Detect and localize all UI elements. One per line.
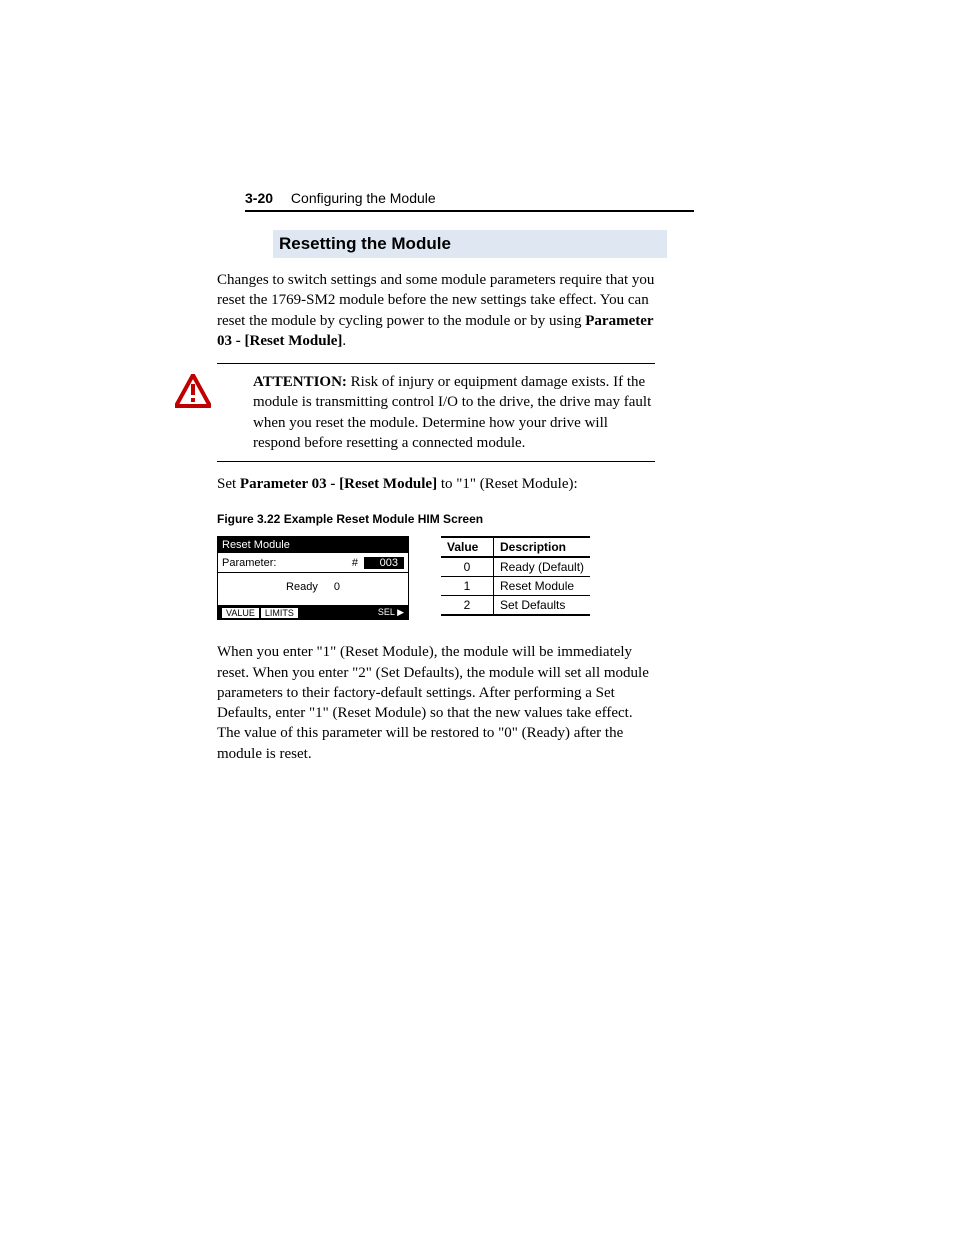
value-description-table: Value Description 0 Ready (Default) 1 Re… <box>441 536 590 616</box>
him-body: Ready 0 <box>218 573 408 606</box>
him-tab-value: VALUE <box>222 608 259 618</box>
him-param-number: 003 <box>364 557 404 569</box>
cell-value: 1 <box>441 577 494 596</box>
cell-value: 0 <box>441 557 494 577</box>
col-description: Description <box>494 537 591 557</box>
col-value: Value <box>441 537 494 557</box>
set-pre: Set <box>217 476 240 492</box>
page-content: Resetting the Module Changes to switch s… <box>245 230 695 764</box>
cell-desc: Reset Module <box>494 577 591 596</box>
him-tabs: VALUE LIMITS <box>222 608 298 618</box>
cell-desc: Set Defaults <box>494 596 591 616</box>
him-param-label: Parameter: <box>222 557 352 569</box>
section-heading: Resetting the Module <box>273 230 667 258</box>
figure-row: Reset Module Parameter: # 003 Ready 0 VA… <box>217 536 695 620</box>
him-sel-label: SEL <box>378 607 395 617</box>
attention-label: ATTENTION: <box>253 374 347 390</box>
him-title: Reset Module <box>218 537 408 553</box>
page-header: 3-20 Configuring the Module <box>245 190 694 212</box>
him-tab-limits: LIMITS <box>261 608 298 618</box>
document-page: 3-20 Configuring the Module Resetting th… <box>0 0 954 1235</box>
play-icon: ▶ <box>397 607 404 617</box>
intro-end: . <box>342 333 346 349</box>
him-status: Ready <box>286 581 318 593</box>
chapter-title: Configuring the Module <box>291 190 436 206</box>
set-bold: Parameter 03 - [Reset Module] <box>240 476 437 492</box>
table-header-row: Value Description <box>441 537 590 557</box>
figure-caption: Figure 3.22 Example Reset Module HIM Scr… <box>217 512 695 526</box>
him-status-value: 0 <box>334 581 340 593</box>
closing-paragraph: When you enter "1" (Reset Module), the m… <box>217 642 655 764</box>
cell-value: 2 <box>441 596 494 616</box>
set-post: to "1" (Reset Module): <box>437 476 578 492</box>
him-screen: Reset Module Parameter: # 003 Ready 0 VA… <box>217 536 409 620</box>
him-footer: VALUE LIMITS SEL ▶ <box>218 606 408 619</box>
him-sel: SEL ▶ <box>378 607 404 618</box>
page-number: 3-20 <box>245 190 273 206</box>
table-row: 2 Set Defaults <box>441 596 590 616</box>
table-row: 0 Ready (Default) <box>441 557 590 577</box>
him-param-row: Parameter: # 003 <box>218 553 408 573</box>
him-hash: # <box>352 557 358 569</box>
intro-paragraph: Changes to switch settings and some modu… <box>217 270 655 351</box>
attention-block: ATTENTION: Risk of injury or equipment d… <box>217 363 655 462</box>
set-instruction: Set Parameter 03 - [Reset Module] to "1"… <box>217 474 655 494</box>
table-row: 1 Reset Module <box>441 577 590 596</box>
warning-icon <box>175 374 211 413</box>
attention-text-block: ATTENTION: Risk of injury or equipment d… <box>253 372 655 453</box>
cell-desc: Ready (Default) <box>494 557 591 577</box>
